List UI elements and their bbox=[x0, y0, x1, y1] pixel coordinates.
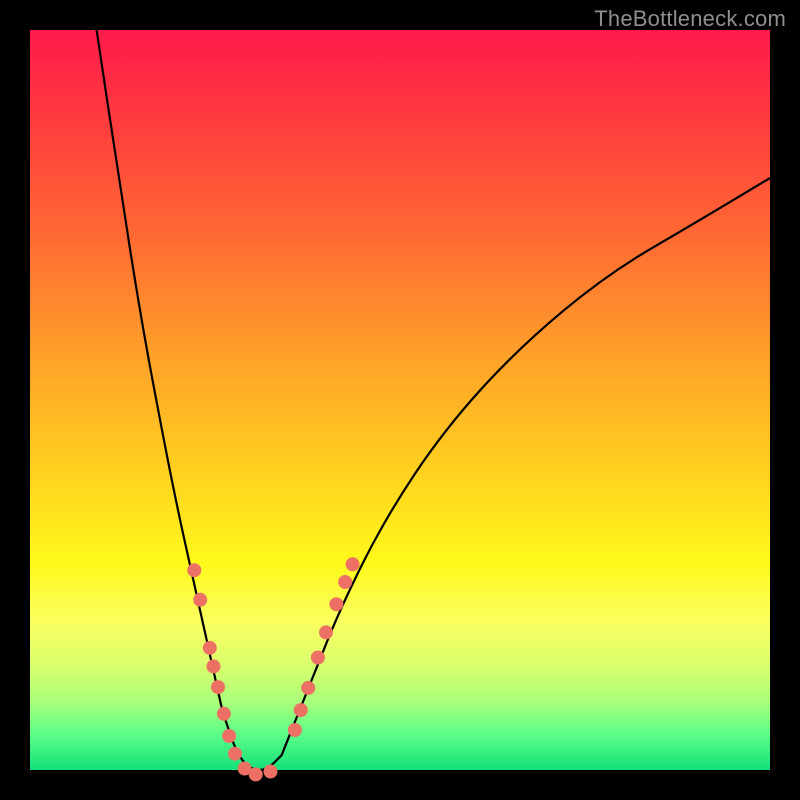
data-marker bbox=[346, 557, 360, 571]
data-marker bbox=[203, 641, 217, 655]
data-marker bbox=[249, 767, 263, 781]
plot-area bbox=[30, 30, 770, 770]
data-marker bbox=[264, 765, 278, 779]
chart-frame: TheBottleneck.com bbox=[0, 0, 800, 800]
marker-group bbox=[187, 557, 359, 781]
data-marker bbox=[222, 729, 236, 743]
data-marker bbox=[338, 575, 352, 589]
data-marker bbox=[193, 593, 207, 607]
watermark-label: TheBottleneck.com bbox=[594, 6, 786, 32]
data-marker bbox=[329, 597, 343, 611]
data-marker bbox=[187, 563, 201, 577]
data-marker bbox=[217, 707, 231, 721]
data-marker bbox=[319, 625, 333, 639]
data-marker bbox=[301, 681, 315, 695]
data-marker bbox=[311, 651, 325, 665]
data-marker bbox=[288, 723, 302, 737]
data-marker bbox=[228, 747, 242, 761]
data-marker bbox=[294, 703, 308, 717]
data-marker bbox=[207, 659, 221, 673]
curve-layer bbox=[30, 30, 770, 770]
bottleneck-curve bbox=[97, 30, 770, 770]
data-marker bbox=[211, 680, 225, 694]
